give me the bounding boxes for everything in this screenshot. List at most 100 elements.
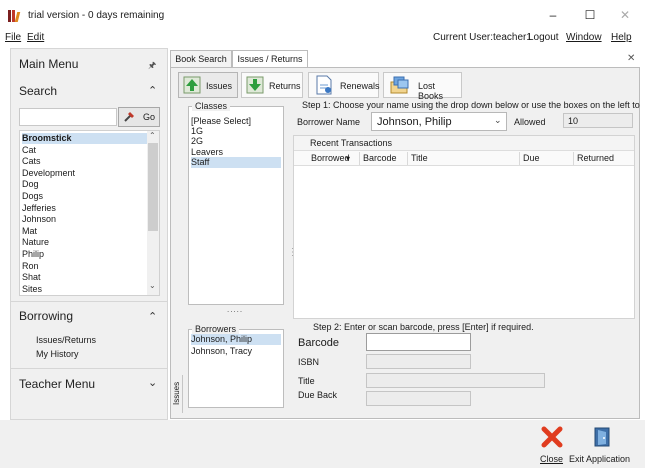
issues-button[interactable]: Issues <box>178 72 238 98</box>
returns-button[interactable]: Returns <box>241 72 303 98</box>
borrowers-list[interactable]: Johnson, Philip Johnson, Tracy <box>188 329 284 408</box>
close-tab-icon[interactable]: ✕ <box>627 53 635 64</box>
chevron-down-icon[interactable]: ⌄ <box>148 376 157 389</box>
topic-item[interactable]: Broomstick <box>22 133 147 144</box>
topic-scrollbar[interactable]: ⌃ ⌄ <box>147 131 159 295</box>
my-history-link[interactable]: My History <box>36 349 79 359</box>
exit-door-icon <box>594 427 610 447</box>
teacher-menu-heading: Teacher Menu <box>19 377 96 391</box>
go-button[interactable]: Go <box>118 107 160 127</box>
topic-item[interactable]: Development <box>22 168 147 179</box>
topic-item[interactable]: Jefferies <box>22 203 147 214</box>
chevron-up-icon[interactable]: ⌃ <box>148 310 157 323</box>
class-item[interactable]: Staff <box>191 156 281 168</box>
search-heading: Search <box>19 84 58 98</box>
barcode-input[interactable] <box>366 333 471 351</box>
topic-item[interactable]: Mat <box>22 226 147 237</box>
main-menu-heading: Main Menu <box>19 57 79 71</box>
divider <box>10 368 168 369</box>
close-x-icon <box>541 426 563 448</box>
isbn-field <box>366 354 471 369</box>
topic-item[interactable]: Sites <box>22 284 147 295</box>
close-button[interactable]: Close <box>536 425 570 464</box>
logout-link[interactable]: Logout <box>528 32 559 43</box>
divider <box>10 301 168 302</box>
due-back-label: Due Back <box>298 390 338 400</box>
minimize-button[interactable]: – <box>540 6 566 24</box>
menu-file[interactable]: File <box>5 32 21 43</box>
search-wand-icon <box>124 112 134 122</box>
classes-title: Classes <box>192 101 231 111</box>
app-logo-icon <box>8 10 22 22</box>
tab-issues-returns[interactable]: Issues / Returns <box>232 50 308 68</box>
borrower-item[interactable]: Johnson, Philip <box>191 334 281 345</box>
pin-icon[interactable]: 🖈 <box>148 58 156 74</box>
topic-item[interactable]: Ron <box>22 261 147 272</box>
close-button-label: Close <box>540 454 564 464</box>
allowed-value: 10 <box>568 116 579 126</box>
chevron-down-icon[interactable]: ⌄ <box>494 115 502 126</box>
topic-item[interactable]: Cat <box>22 145 147 156</box>
topic-item[interactable]: Shat <box>22 272 147 283</box>
sort-desc-icon: ▾ <box>346 154 351 163</box>
lost-books-button-label: Lost Books <box>418 81 444 101</box>
returns-button-label: Returns <box>269 81 301 91</box>
col-barcode[interactable]: Barcode <box>360 152 408 165</box>
borrower-name-label: Borrower Name <box>297 117 361 127</box>
lost-books-icon <box>390 76 409 94</box>
go-button-label: Go <box>143 112 156 122</box>
exit-application-label: Exit Application <box>569 454 631 464</box>
borrower-name-value: Johnson, Philip <box>377 116 452 128</box>
col-title[interactable]: Title <box>408 152 520 165</box>
issues-side-label: Issues <box>172 381 181 405</box>
renewals-button-label: Renewals <box>340 81 380 91</box>
col-due[interactable]: Due <box>520 152 574 165</box>
topic-item[interactable]: Dogs <box>22 191 147 202</box>
allowed-label: Allowed <box>514 117 546 127</box>
maximize-button[interactable]: ☐ <box>577 6 603 24</box>
scroll-down-icon[interactable]: ⌄ <box>149 281 156 290</box>
title-label: Title <box>298 376 315 386</box>
splitter-handle[interactable]: ..... <box>227 305 243 314</box>
scroll-thumb[interactable] <box>148 143 158 231</box>
menu-file-label: File <box>5 32 22 43</box>
tab-book-search[interactable]: Book Search <box>170 50 232 68</box>
menu-window-label: Window <box>566 32 602 43</box>
menu-help[interactable]: Help <box>611 32 632 43</box>
renewals-document-icon <box>316 75 332 95</box>
chevron-up-icon[interactable]: ⌃ <box>148 84 157 97</box>
issues-arrow-icon <box>183 76 201 94</box>
exit-application-button[interactable]: Exit Application <box>569 425 639 464</box>
grid-group-header: Recent Transactions <box>294 136 634 151</box>
classes-list[interactable]: [Please Select] 1G 2G Leavers Staff <box>188 106 284 305</box>
borrowing-heading: Borrowing <box>19 309 74 323</box>
close-window-button[interactable]: ✕ <box>612 6 638 24</box>
allowed-field: 10 <box>563 113 633 128</box>
barcode-label: Barcode <box>298 337 339 349</box>
col-returned[interactable]: Returned <box>574 152 634 165</box>
scroll-up-icon[interactable]: ⌃ <box>149 131 156 140</box>
due-back-field <box>366 391 471 406</box>
menu-window[interactable]: Window <box>566 32 602 43</box>
topic-item[interactable]: Cats <box>22 156 147 167</box>
col-borrowed[interactable]: Borrowed ▾ <box>308 152 360 165</box>
isbn-label: ISBN <box>298 357 320 367</box>
topic-item[interactable]: Nature <box>22 237 147 248</box>
topic-item[interactable]: Philip <box>22 249 147 260</box>
recent-transactions-grid[interactable]: Recent Transactions Borrowed ▾ Barcode T… <box>293 135 635 319</box>
topic-item[interactable]: Dog <box>22 179 147 190</box>
issues-button-label: Issues <box>206 81 233 91</box>
window-title: trial version - 0 days remaining <box>28 10 165 21</box>
title-field <box>366 373 545 388</box>
lost-books-button[interactable]: Lost Books <box>383 72 462 101</box>
renewals-button[interactable]: Renewals <box>308 72 380 98</box>
search-input[interactable] <box>19 108 117 126</box>
topic-list[interactable]: Broomstick Cat Cats Development Dog Dogs Jeffe… <box>19 130 160 296</box>
issues-side-tab[interactable]: Issues <box>171 375 183 413</box>
borrower-item[interactable]: Johnson, Tracy <box>191 346 281 357</box>
topic-item[interactable]: Johnson <box>22 214 147 225</box>
issues-returns-link[interactable]: Issues/Returns <box>36 335 96 345</box>
borrower-name-select[interactable]: Johnson, Philip ⌄ <box>371 112 507 131</box>
menu-edit[interactable]: Edit <box>27 32 44 43</box>
current-user-label: Current User:teacher1 <box>433 32 532 43</box>
